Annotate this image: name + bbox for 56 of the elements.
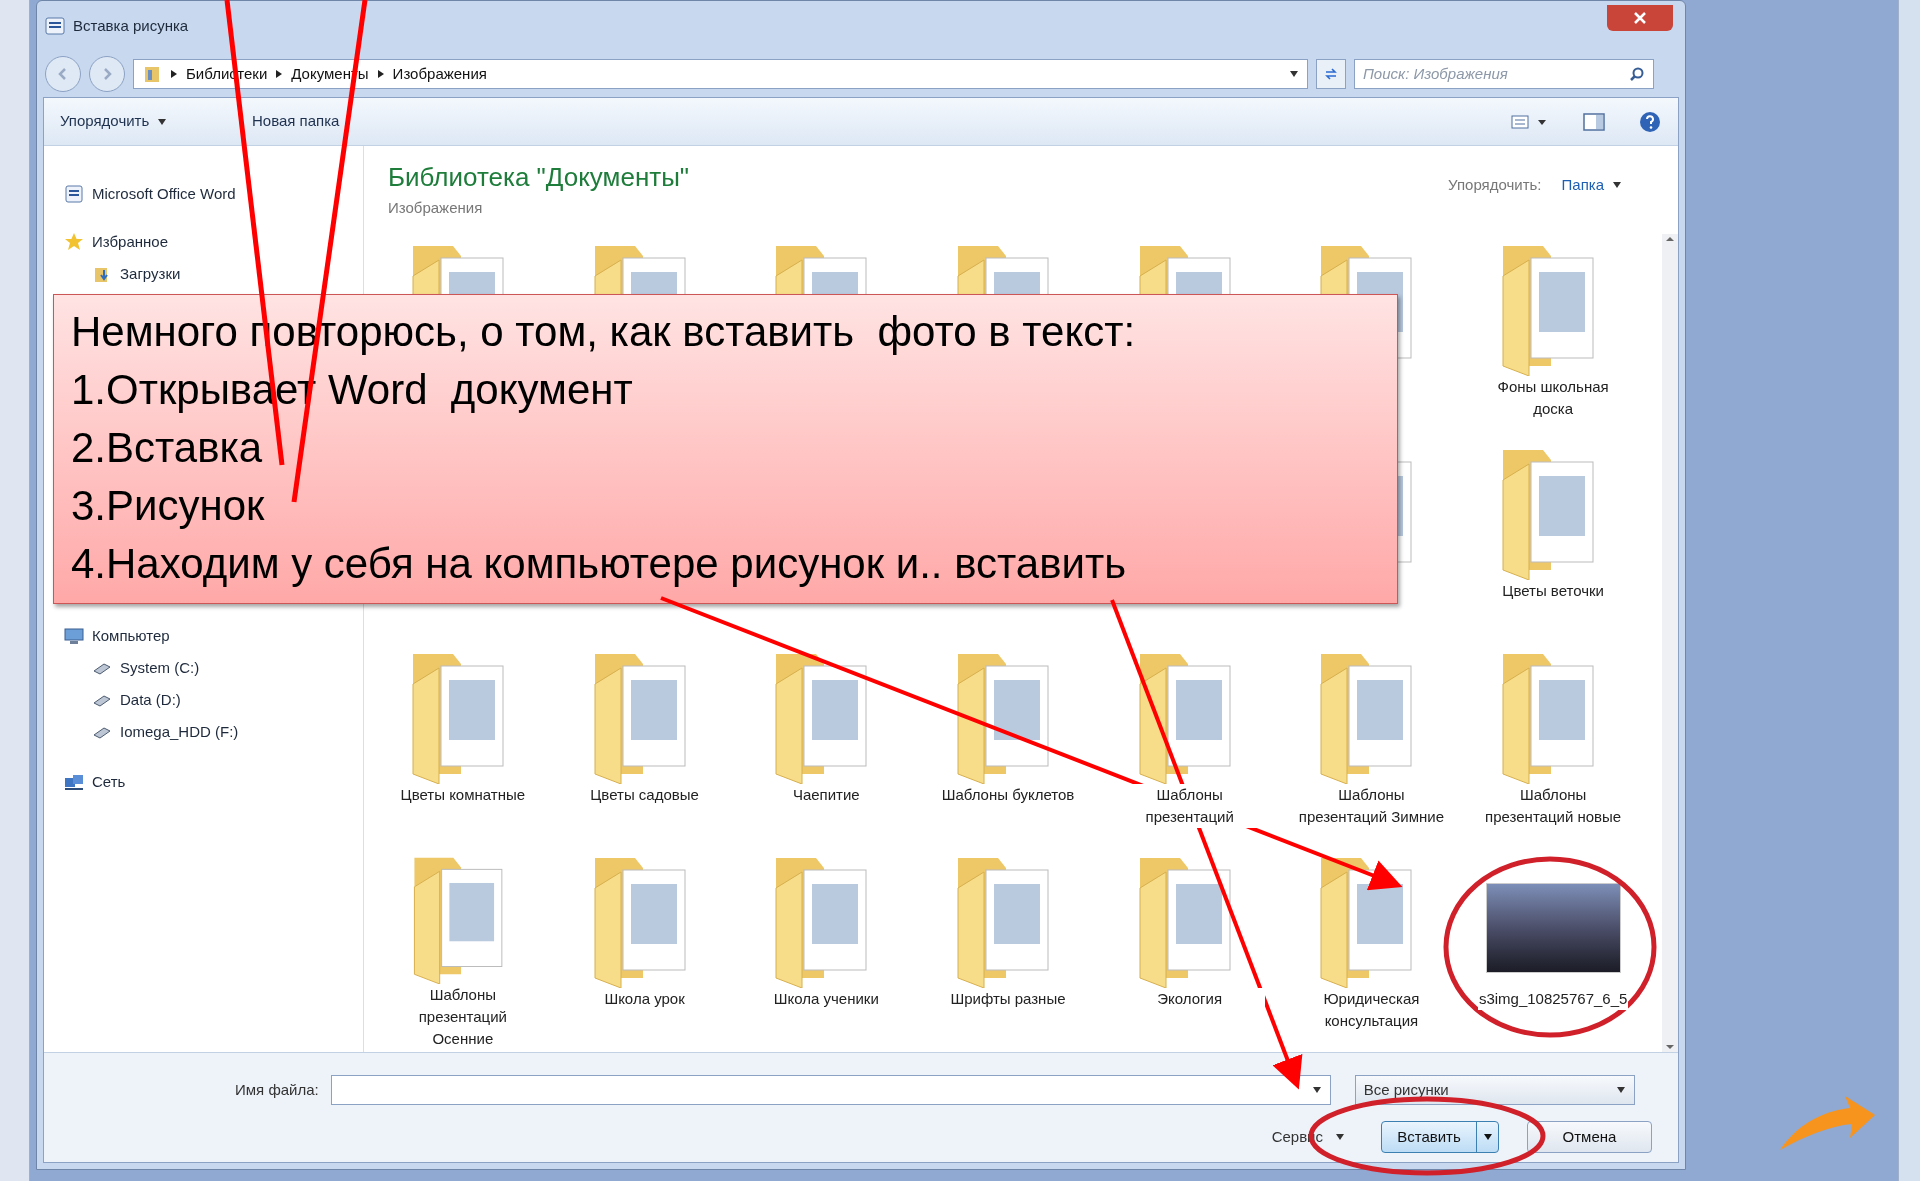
- preview-pane-icon[interactable]: [1582, 111, 1606, 132]
- search-icon: [1629, 66, 1645, 82]
- back-button[interactable]: [45, 56, 81, 92]
- filename-label: Имя файла:: [235, 1079, 319, 1100]
- instruction-text: 4.Находим у себя на компьютере рисунок и.. вставить: [71, 539, 1128, 589]
- refresh-button[interactable]: [1316, 59, 1346, 89]
- dropdown-caret-icon: [1612, 181, 1622, 190]
- instruction-text: 3.Рисунок: [71, 481, 266, 531]
- refresh-icon: [1323, 66, 1339, 82]
- nav-item[interactable]: Data (D:): [64, 684, 363, 716]
- dropdown-caret-icon: [1615, 1086, 1626, 1094]
- app-icon: [64, 184, 84, 204]
- nav-item[interactable]: Компьютер: [64, 620, 363, 652]
- star-icon: [64, 232, 84, 252]
- photo-placeholder[interactable]: [1485, 883, 1621, 973]
- file-type-dropdown[interactable]: Все рисунки: [1354, 1075, 1635, 1105]
- new-folder-button[interactable]: Новая папка: [252, 110, 340, 133]
- scroll-up-icon[interactable]: [1665, 234, 1675, 244]
- close-icon: [1633, 11, 1647, 25]
- dropdown-caret-icon: [1335, 1133, 1345, 1141]
- cancel-button[interactable]: Отмена: [1527, 1121, 1652, 1153]
- instruction-text: 2.Вставка: [71, 423, 264, 473]
- word-scrollbar[interactable]: [1898, 0, 1920, 1181]
- curved-arrow-icon: [1780, 1096, 1875, 1150]
- chevron-icon: [376, 69, 385, 79]
- arrange-by-label: Упорядочить:: [1448, 175, 1542, 195]
- help-icon[interactable]: [1638, 109, 1662, 134]
- window-title: Вставка рисунка: [73, 15, 189, 36]
- word-app-icon: [45, 16, 65, 36]
- breadcrumb-item[interactable]: Изображения: [392, 62, 487, 86]
- nav-item[interactable]: Microsoft Office Word: [64, 178, 363, 210]
- organize-menu-button[interactable]: Упорядочить: [60, 110, 220, 133]
- nav-item[interactable]: Загрузки: [64, 258, 363, 290]
- computer-icon: [64, 626, 84, 646]
- close-button[interactable]: [1607, 5, 1673, 31]
- nav-item[interactable]: Избранное: [64, 226, 363, 258]
- forward-button[interactable]: [89, 56, 125, 92]
- nav-item[interactable]: Сеть: [64, 766, 363, 798]
- library-title: Библиотека "Документы": [388, 161, 690, 194]
- arrange-by-dropdown[interactable]: Папка: [1561, 174, 1622, 197]
- network-icon: [64, 772, 84, 792]
- insert-split-button[interactable]: Вставить: [1381, 1121, 1499, 1153]
- filename-field[interactable]: [330, 1075, 1331, 1105]
- search-input[interactable]: Поиск: Изображения: [1363, 62, 1629, 86]
- dropdown-caret-icon: [1311, 1086, 1322, 1094]
- dropdown-caret-icon: [1482, 1133, 1493, 1141]
- library-subtitle: Изображения: [388, 198, 484, 218]
- library-icon: [142, 64, 162, 84]
- dropdown-caret-icon[interactable]: [1289, 70, 1299, 78]
- vertical-scrollbar[interactable]: [1662, 234, 1678, 1052]
- chevron-icon: [275, 69, 284, 79]
- dropdown-caret-icon: [157, 117, 168, 126]
- chevron-icon: [170, 69, 178, 79]
- nav-item[interactable]: System (C:): [64, 652, 363, 684]
- nav-item[interactable]: Iomega_HDD (F:): [64, 716, 363, 748]
- search-field[interactable]: Поиск: Изображения: [1354, 59, 1654, 89]
